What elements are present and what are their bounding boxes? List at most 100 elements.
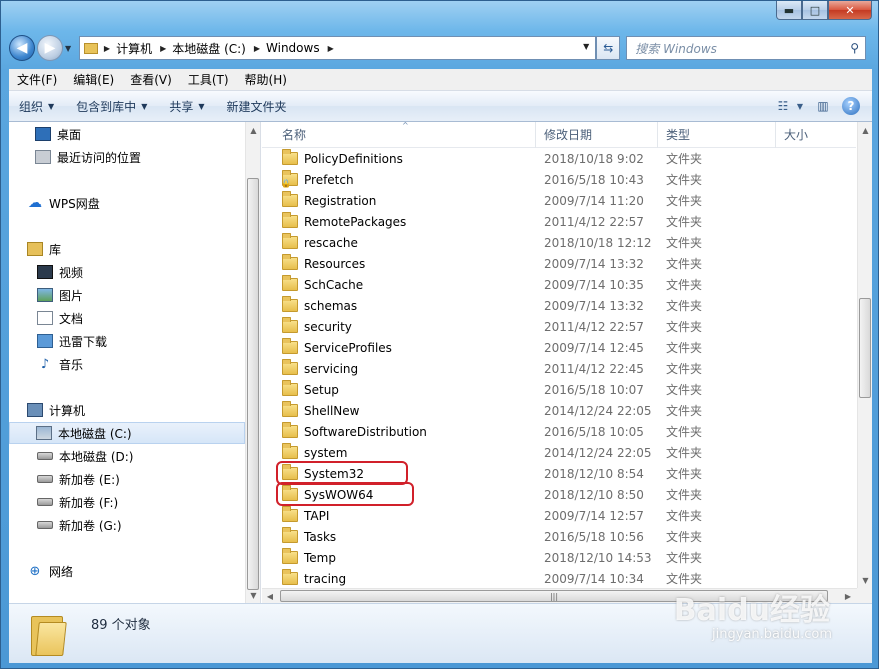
nav-item-drive-d[interactable]: 本地磁盘 (D:) (37, 445, 237, 467)
scroll-left-icon[interactable]: ◀ (262, 589, 278, 604)
file-name-cell[interactable]: schemas (262, 296, 536, 313)
file-name-cell[interactable]: Tasks (262, 527, 536, 544)
menu-tools[interactable]: 工具(T) (180, 71, 237, 88)
column-header-name[interactable]: ^ 名称 (262, 121, 536, 148)
column-header-date[interactable]: 修改日期 (536, 121, 658, 148)
chevron-right-icon[interactable]: ▶ (104, 44, 110, 53)
search-icon[interactable]: ⚲ (850, 41, 859, 55)
file-name-cell[interactable]: Setup (262, 380, 536, 397)
file-row[interactable]: PolicyDefinitions 2018/10/18 9:02 文件夹 (262, 148, 856, 169)
share-button[interactable]: 共享 ▼ (169, 98, 204, 115)
forward-button[interactable]: ▶ (36, 35, 63, 61)
scroll-up-icon[interactable]: ▲ (858, 122, 873, 138)
nav-item-music[interactable]: ♪ 音乐 (37, 353, 237, 375)
file-name-cell[interactable]: Registration (262, 191, 536, 208)
file-name-cell[interactable]: SoftwareDistribution (262, 422, 536, 439)
nav-item-videos[interactable]: 视频 (37, 261, 237, 283)
nav-scrollbar[interactable]: ▲ ▼ (245, 122, 260, 603)
maximize-button[interactable]: □ (802, 1, 828, 20)
nav-item-drive-g[interactable]: 新加卷 (G:) (37, 514, 237, 536)
recent-pages-dropdown[interactable]: ▼ (65, 44, 75, 53)
menu-view[interactable]: 查看(V) (122, 71, 180, 88)
refresh-button[interactable]: ⇆ (596, 36, 621, 60)
nav-item-drive-c[interactable]: 本地磁盘 (C:) (9, 422, 245, 444)
file-row[interactable]: ShellNew 2014/12/24 22:05 文件夹 (262, 400, 856, 421)
breadcrumb-drive-c[interactable]: 本地磁盘 (C:) (172, 40, 246, 57)
back-button[interactable]: ◀ (9, 35, 35, 61)
file-name-cell[interactable]: system (262, 443, 536, 460)
breadcrumb-computer[interactable]: 计算机 (116, 40, 152, 57)
nav-item-desktop[interactable]: 桌面 (35, 123, 235, 145)
file-name-cell[interactable]: Resources (262, 254, 536, 271)
nav-item-libraries[interactable]: 库 (27, 238, 227, 260)
chevron-right-icon[interactable]: ▶ (328, 44, 334, 53)
file-name-cell[interactable]: TAPI (262, 506, 536, 523)
nav-item-thunder-downloads[interactable]: 迅雷下载 (37, 330, 237, 352)
file-row[interactable]: Tasks 2016/5/18 10:56 文件夹 (262, 526, 856, 547)
file-row[interactable]: TAPI 2009/7/14 12:57 文件夹 (262, 505, 856, 526)
file-list-vertical-scrollbar[interactable]: ▲ ▼ (857, 122, 872, 588)
folder-icon (282, 275, 298, 291)
nav-item-pictures[interactable]: 图片 (37, 284, 237, 306)
nav-item-drive-f[interactable]: 新加卷 (F:) (37, 491, 237, 513)
new-folder-button[interactable]: 新建文件夹 (227, 98, 287, 115)
nav-scrollbar-thumb[interactable] (247, 178, 259, 590)
breadcrumb-windows[interactable]: Windows (266, 41, 320, 55)
file-row[interactable]: system 2014/12/24 22:05 文件夹 (262, 442, 856, 463)
nav-item-wps-cloud[interactable]: ☁ WPS网盘 (27, 192, 227, 214)
nav-item-network[interactable]: ⊕ 网络 (27, 560, 227, 582)
scroll-up-icon[interactable]: ▲ (246, 122, 261, 138)
address-history-dropdown[interactable]: ▼ (583, 42, 589, 51)
preview-pane-icon[interactable]: ▥ (812, 96, 834, 116)
file-name-cell[interactable]: Temp (262, 548, 536, 565)
view-dropdown-icon[interactable]: ▼ (794, 96, 806, 116)
address-bar[interactable]: ▶ 计算机 ▶ 本地磁盘 (C:) ▶ Windows ▶ ▼ (78, 36, 597, 60)
menu-edit[interactable]: 编辑(E) (65, 71, 122, 88)
file-name-cell[interactable]: servicing (262, 359, 536, 376)
file-name-cell[interactable]: ServiceProfiles (262, 338, 536, 355)
include-in-library-button[interactable]: 包含到库中 ▼ (76, 98, 147, 115)
file-name-cell[interactable]: rescache (262, 233, 536, 250)
column-header-size[interactable]: 大小 (776, 122, 856, 148)
organize-button[interactable]: 组织 ▼ (19, 98, 54, 115)
search-input[interactable]: 搜索 Windows ⚲ (626, 36, 866, 60)
chevron-right-icon[interactable]: ▶ (254, 44, 260, 53)
file-row[interactable]: servicing 2011/4/12 22:45 文件夹 (262, 358, 856, 379)
file-row[interactable]: SoftwareDistribution 2016/5/18 10:05 文件夹 (262, 421, 856, 442)
menu-file[interactable]: 文件(F) (9, 71, 65, 88)
close-button[interactable]: ✕ (828, 1, 872, 20)
help-button[interactable]: ? (840, 96, 862, 116)
file-name-cell[interactable]: ShellNew (262, 401, 536, 418)
file-row[interactable]: schemas 2009/7/14 13:32 文件夹 (262, 295, 856, 316)
nav-item-recent[interactable]: 最近访问的位置 (35, 146, 235, 168)
file-name-cell[interactable]: RemotePackages (262, 212, 536, 229)
file-name-cell[interactable]: PolicyDefinitions (262, 149, 536, 166)
file-name-cell[interactable]: tracing (262, 569, 536, 586)
file-name-cell[interactable]: 🔒 Prefetch (262, 170, 536, 188)
vertical-scroll-thumb[interactable] (859, 298, 871, 398)
file-row[interactable]: Temp 2018/12/10 14:53 文件夹 (262, 547, 856, 568)
nav-item-drive-e[interactable]: 新加卷 (E:) (37, 468, 237, 490)
column-header-type[interactable]: 类型 (658, 121, 776, 148)
file-row[interactable]: rescache 2018/10/18 12:12 文件夹 (262, 232, 856, 253)
nav-label: 视频 (59, 265, 84, 280)
view-options-icon[interactable]: ☷ (772, 96, 794, 116)
file-row[interactable]: Registration 2009/7/14 11:20 文件夹 (262, 190, 856, 211)
scroll-down-icon[interactable]: ▼ (246, 587, 261, 603)
scroll-down-icon[interactable]: ▼ (858, 572, 873, 588)
minimize-button[interactable]: ▬ (776, 1, 802, 20)
file-row[interactable]: SchCache 2009/7/14 10:35 文件夹 (262, 274, 856, 295)
nav-item-computer[interactable]: 计算机 (27, 399, 227, 421)
chevron-right-icon[interactable]: ▶ (160, 44, 166, 53)
file-name-cell[interactable]: security (262, 317, 536, 334)
file-row[interactable]: ServiceProfiles 2009/7/14 12:45 文件夹 (262, 337, 856, 358)
menu-help[interactable]: 帮助(H) (237, 71, 295, 88)
file-row[interactable]: Resources 2009/7/14 13:32 文件夹 (262, 253, 856, 274)
file-row[interactable]: 🔒 Prefetch 2016/5/18 10:43 文件夹 (262, 169, 856, 190)
file-row[interactable]: RemotePackages 2011/4/12 22:57 文件夹 (262, 211, 856, 232)
file-row[interactable]: security 2011/4/12 22:57 文件夹 (262, 316, 856, 337)
file-row[interactable]: Setup 2016/5/18 10:07 文件夹 (262, 379, 856, 400)
file-name-cell[interactable]: SchCache (262, 275, 536, 292)
nav-item-documents[interactable]: 文档 (37, 307, 237, 329)
scroll-right-icon[interactable]: ▶ (840, 589, 856, 604)
